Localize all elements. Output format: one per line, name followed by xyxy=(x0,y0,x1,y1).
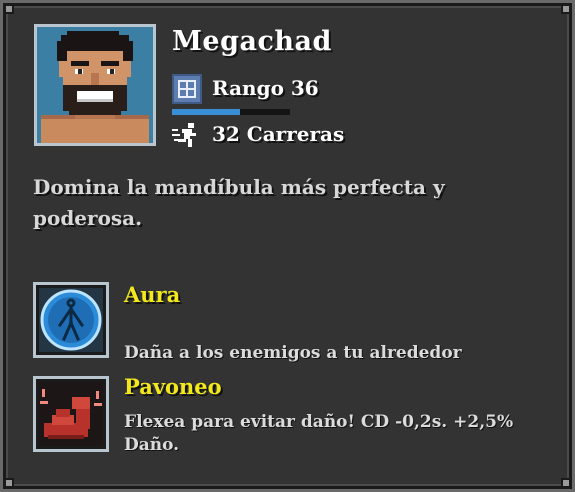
rank-compass-icon xyxy=(172,74,202,104)
ability-description-aura: Daña a los enemigos a tu alrededor xyxy=(124,343,462,363)
corner-rivet xyxy=(561,4,571,14)
ability-title-pavoneo: Pavoneo xyxy=(124,374,222,399)
rank-progress-fill xyxy=(172,109,241,115)
corner-rivet xyxy=(561,478,571,488)
character-description: Domina la mandíbula más perfecta y poder… xyxy=(33,175,445,230)
rank-label: Rango 36 xyxy=(212,76,319,100)
character-name: Megachad xyxy=(172,26,332,57)
ability-title-aura: Aura xyxy=(124,282,181,307)
rank-progress-bar xyxy=(172,109,290,115)
corner-rivet xyxy=(4,4,14,14)
character-portrait xyxy=(34,24,156,146)
ability-description-pavoneo: Flexea para evitar daño! CD -0,2s. +2,5%… xyxy=(124,412,514,455)
flex-icon xyxy=(33,376,109,452)
running-man-icon xyxy=(172,123,202,147)
corner-rivet xyxy=(4,478,14,488)
aura-icon xyxy=(33,282,109,358)
runs-count: 32 Carreras xyxy=(212,122,345,146)
